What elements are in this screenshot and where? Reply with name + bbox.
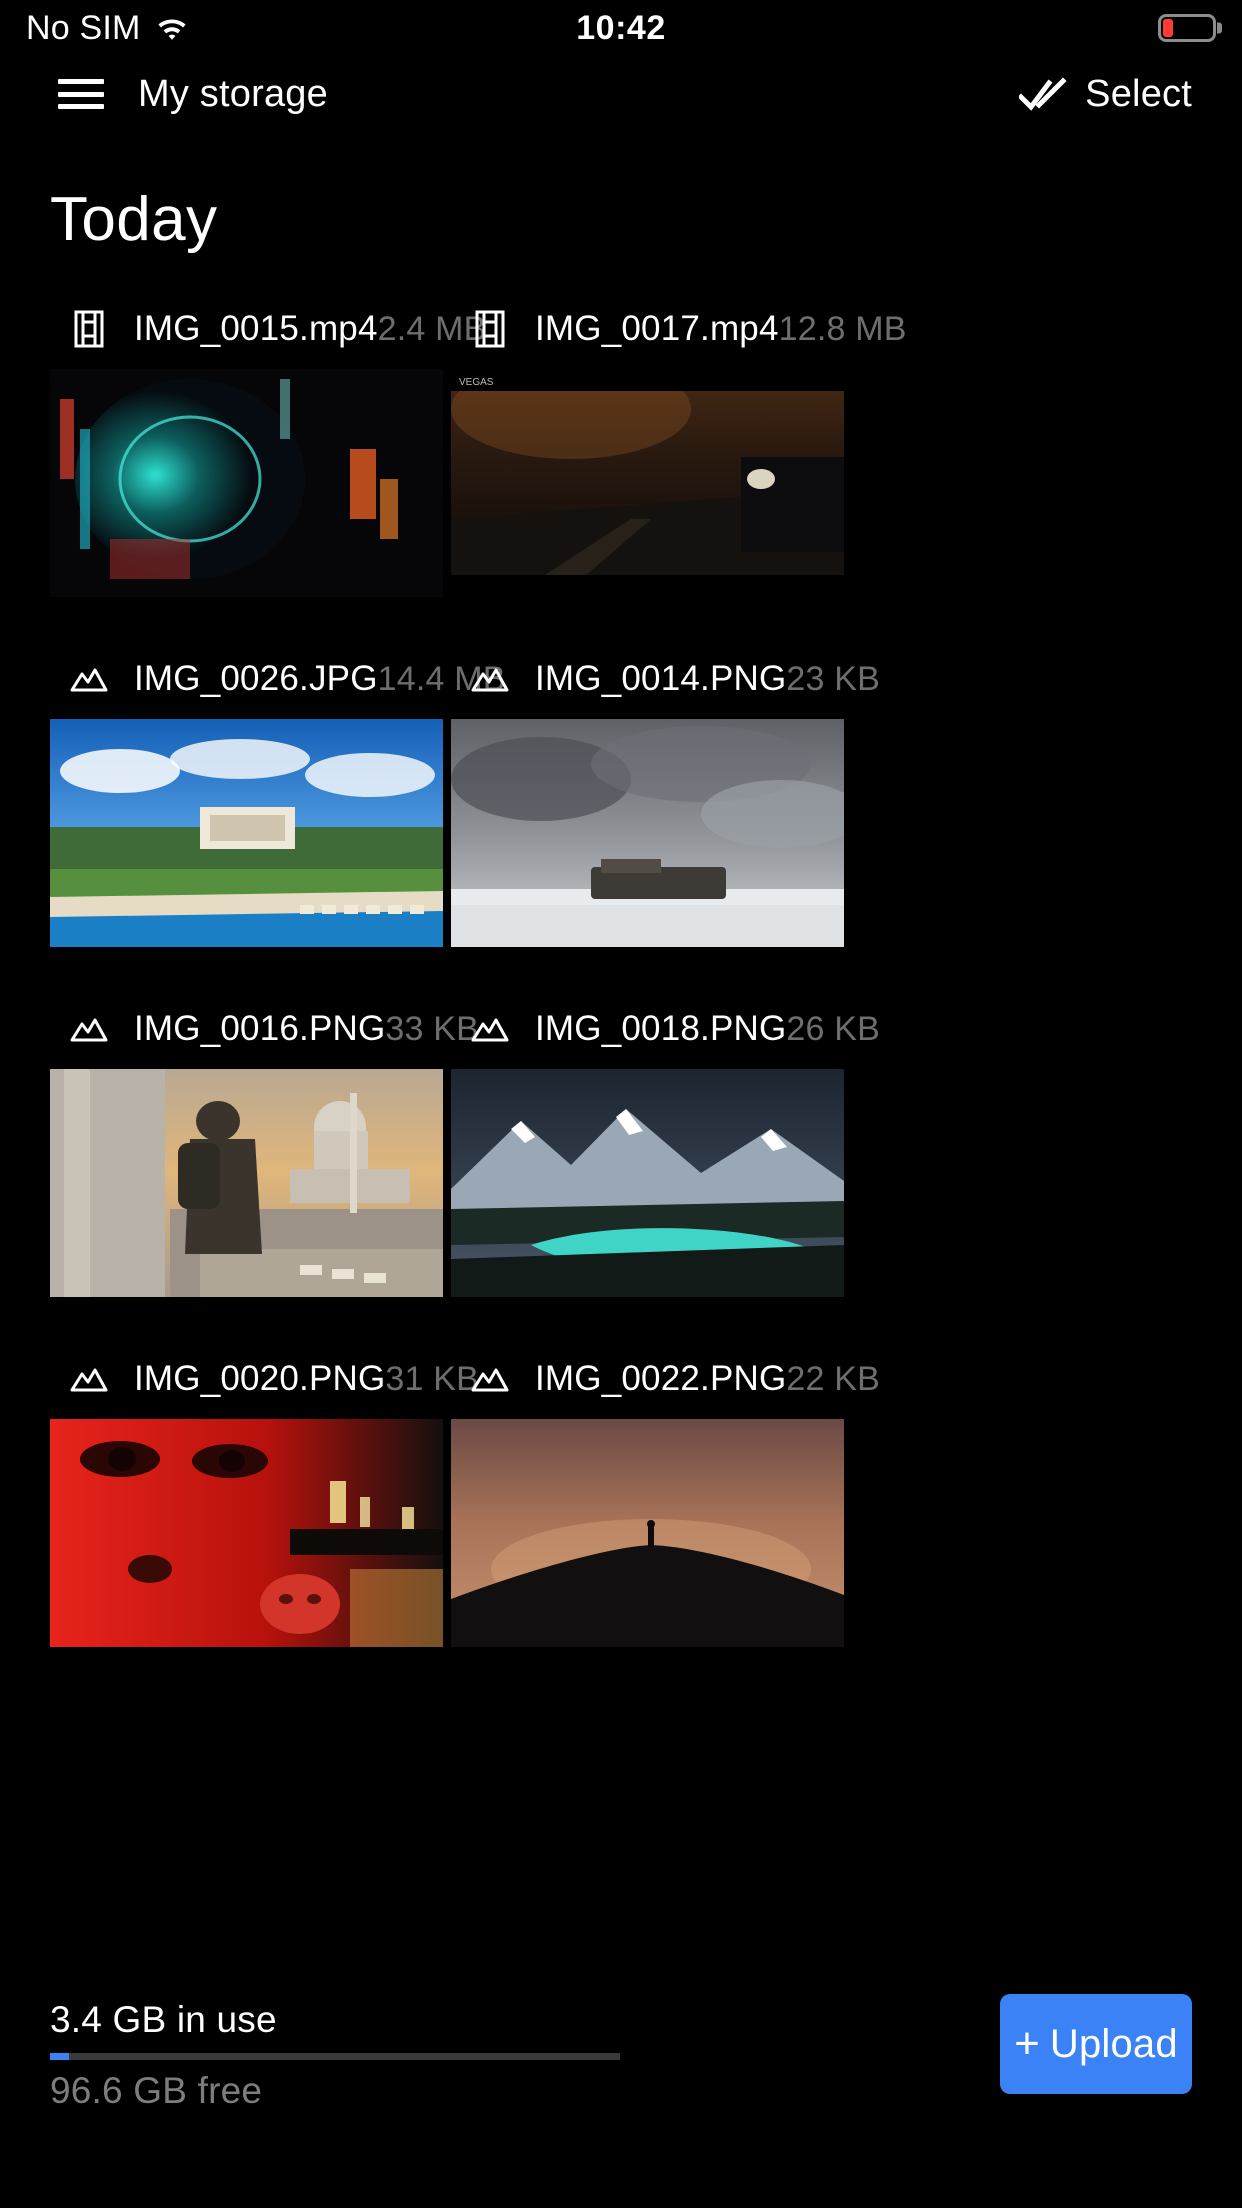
upload-label: Upload xyxy=(1049,2021,1178,2066)
file-thumbnail[interactable] xyxy=(50,719,443,947)
storage-progress-fill xyxy=(50,2053,70,2060)
select-button[interactable]: Select xyxy=(1017,72,1192,116)
file-thumbnail[interactable] xyxy=(451,1419,844,1647)
video-file-icon xyxy=(68,308,110,350)
file-size-label: 26 KB xyxy=(786,1009,881,1048)
image-file-icon xyxy=(469,1008,511,1050)
file-card-header: IMG_0018.PNG 26 KB xyxy=(451,1003,880,1055)
file-card[interactable]: IMG_0017.mp4 12.8 MB VEGAS xyxy=(451,303,906,597)
file-name-label: IMG_0014.PNG xyxy=(535,659,787,698)
file-card[interactable]: IMG_0015.mp4 2.4 MB xyxy=(50,303,486,597)
section-heading-today: Today xyxy=(50,185,218,254)
status-bar-right xyxy=(1158,14,1216,42)
file-thumbnail[interactable]: VEGAS xyxy=(451,369,844,597)
battery-low-icon xyxy=(1158,14,1216,42)
status-bar: No SIM 10:42 xyxy=(0,0,1242,56)
file-card-header: IMG_0014.PNG 23 KB xyxy=(451,653,880,705)
storage-free-label: 96.6 GB free xyxy=(50,2070,263,2111)
file-size-label: 22 KB xyxy=(786,1359,881,1398)
file-name-label: IMG_0020.PNG xyxy=(134,1359,386,1398)
file-grid-row: IMG_0020.PNG 31 KB IMG_0022.PNG 22 KB xyxy=(50,1353,1192,1647)
file-card[interactable]: IMG_0020.PNG 31 KB xyxy=(50,1353,479,1647)
image-file-icon xyxy=(68,1008,110,1050)
file-grid-row: IMG_0016.PNG 33 KB IMG_0018.PNG 26 KB xyxy=(50,1003,1192,1297)
file-card[interactable]: IMG_0026.JPG 14.4 MB xyxy=(50,653,505,947)
storage-progress-bar xyxy=(50,2053,620,2060)
file-name-label: IMG_0017.mp4 xyxy=(535,309,779,348)
svg-text:VEGAS: VEGAS xyxy=(459,377,494,388)
file-card-header: IMG_0020.PNG 31 KB xyxy=(50,1353,479,1405)
file-size-label: 23 KB xyxy=(786,659,881,698)
file-name-label: IMG_0016.PNG xyxy=(134,1009,386,1048)
double-check-icon xyxy=(1017,77,1067,111)
storage-used-label: 3.4 GB in use xyxy=(50,1999,277,2040)
image-file-icon xyxy=(469,658,511,700)
storage-footer: 3.4 GB in use 96.6 GB free + Upload xyxy=(0,1994,1242,2208)
image-file-icon xyxy=(68,1358,110,1400)
file-grid-row: IMG_0026.JPG 14.4 MB IMG_0014.PNG 23 KB xyxy=(50,653,1192,947)
file-card[interactable]: IMG_0016.PNG 33 KB xyxy=(50,1003,479,1297)
file-thumbnail[interactable] xyxy=(451,719,844,947)
file-thumbnail[interactable] xyxy=(50,369,443,597)
hamburger-menu-icon[interactable] xyxy=(58,79,104,109)
app-header: My storage Select xyxy=(0,56,1242,132)
file-thumbnail[interactable] xyxy=(50,1069,443,1297)
file-grid: IMG_0015.mp42.4 MB IMG_0017.mp412.8 MB xyxy=(0,303,1242,1647)
file-card-header: IMG_0022.PNG 22 KB xyxy=(451,1353,880,1405)
plus-icon: + xyxy=(1014,2019,1040,2068)
file-card-header: IMG_0026.JPG 14.4 MB xyxy=(50,653,505,705)
file-card-header: IMG_0015.mp4 2.4 MB xyxy=(50,303,486,355)
file-name-label: IMG_0018.PNG xyxy=(535,1009,787,1048)
file-size-label: 12.8 MB xyxy=(778,309,907,348)
file-name-label: IMG_0022.PNG xyxy=(535,1359,787,1398)
video-file-icon xyxy=(469,308,511,350)
select-label: Select xyxy=(1085,72,1192,115)
image-file-icon xyxy=(469,1358,511,1400)
file-thumbnail[interactable] xyxy=(451,1069,844,1297)
file-card[interactable]: IMG_0018.PNG 26 KB xyxy=(451,1003,880,1297)
file-card-header: IMG_0017.mp4 12.8 MB xyxy=(451,303,906,355)
file-name-label: IMG_0015.mp4 xyxy=(134,309,378,348)
file-thumbnail[interactable] xyxy=(50,1419,443,1647)
upload-button[interactable]: + Upload xyxy=(1000,1994,1192,2094)
file-name-label: IMG_0026.JPG xyxy=(134,659,378,698)
image-file-icon xyxy=(68,658,110,700)
storage-meter: 3.4 GB in use 96.6 GB free xyxy=(50,1999,1000,2112)
file-card-header: IMG_0016.PNG 33 KB xyxy=(50,1003,479,1055)
file-grid-row: IMG_0015.mp42.4 MB IMG_0017.mp412.8 MB xyxy=(50,303,1192,597)
page-title: My storage xyxy=(138,72,328,115)
file-card[interactable]: IMG_0014.PNG 23 KB xyxy=(451,653,880,947)
clock-label: 10:42 xyxy=(576,8,666,47)
file-card[interactable]: IMG_0022.PNG 22 KB xyxy=(451,1353,880,1647)
